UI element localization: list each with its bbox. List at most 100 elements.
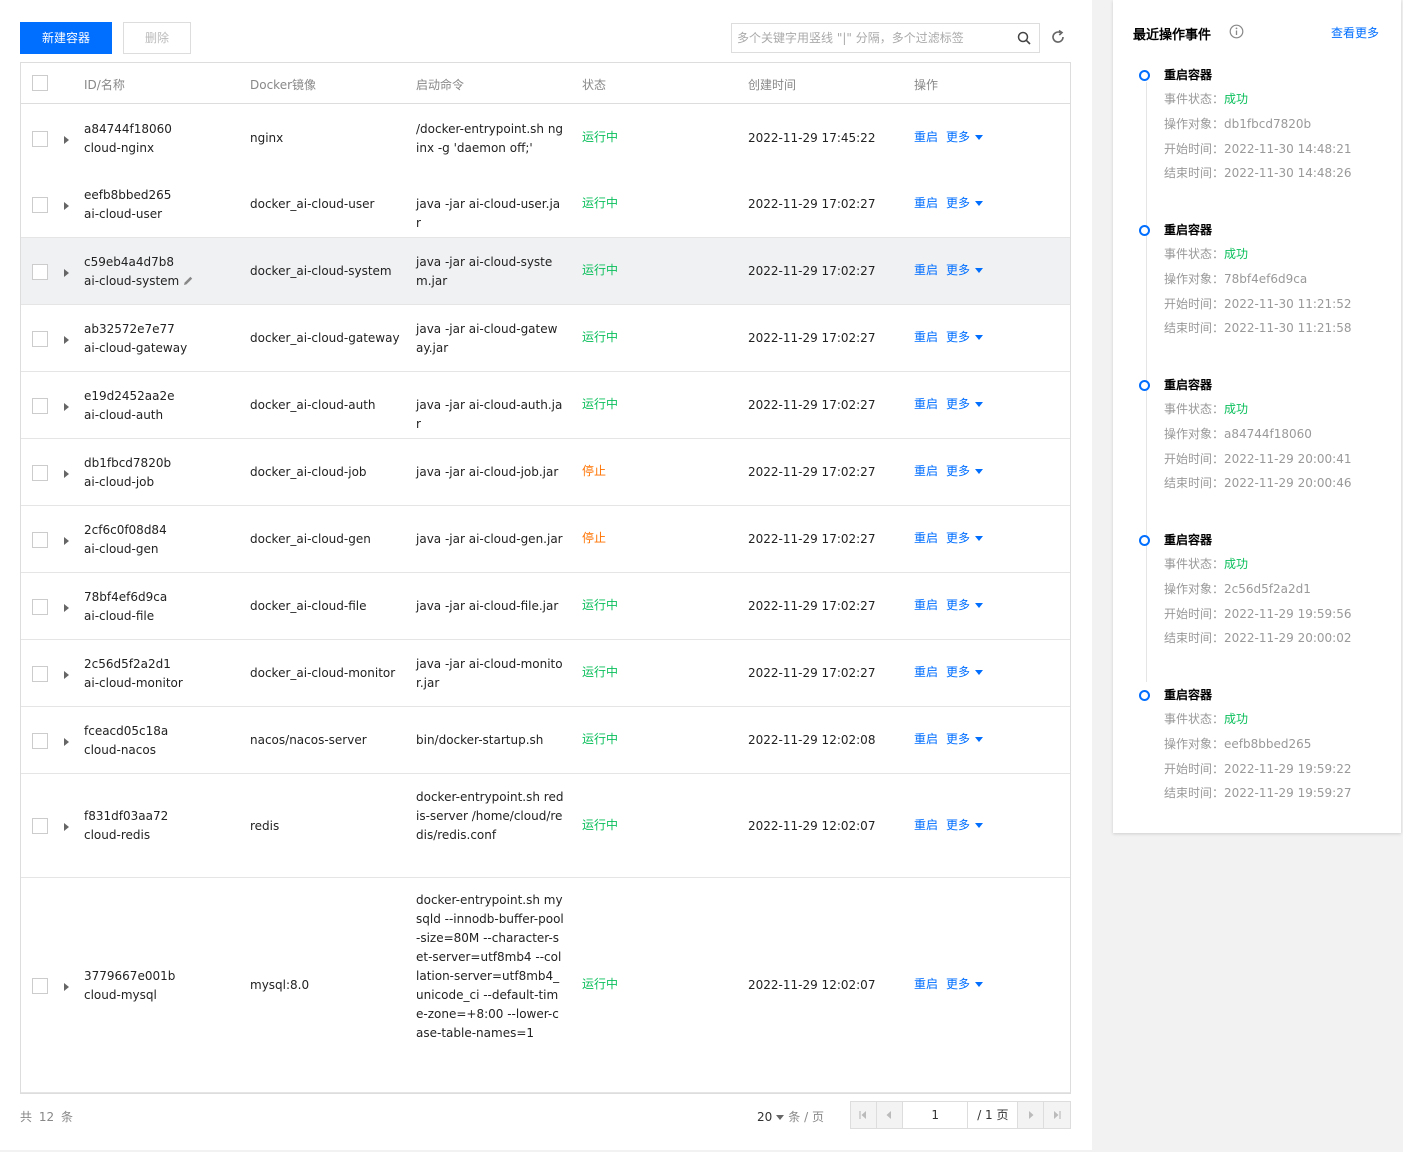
container-id[interactable]: 2cf6c0f08d84	[84, 521, 167, 540]
info-icon[interactable]	[1229, 24, 1244, 39]
table-row[interactable]: db1fbcd7820b ai-cloud-job docker_ai-cloud-…	[21, 439, 1070, 506]
expand-arrow-icon[interactable]	[64, 402, 69, 411]
table-row[interactable]: f831df03aa72 cloud-redis redis docker-entry…	[21, 774, 1070, 878]
container-id[interactable]: db1fbcd7820b	[84, 454, 171, 473]
column-header-command: 启动命令	[416, 78, 465, 92]
search-box	[731, 23, 1040, 53]
table-row[interactable]: eefb8bbed265 ai-cloud-user docker_ai-cloud…	[21, 171, 1070, 238]
table-row[interactable]: a84744f18060 cloud-nginx nginx/docker-entr…	[21, 105, 1070, 172]
next-page-button[interactable]	[1018, 1102, 1045, 1128]
row-checkbox[interactable]	[32, 397, 48, 414]
start-command: /docker-entrypoint.sh nginx -g 'daemon o…	[416, 121, 564, 155]
more-dropdown[interactable]: 更多	[946, 598, 984, 612]
page-input[interactable]: 1	[902, 1102, 969, 1128]
row-checkbox[interactable]	[32, 464, 48, 481]
container-id[interactable]: 3779667e001b	[84, 967, 175, 986]
container-id[interactable]: 78bf4ef6d9ca	[84, 588, 167, 607]
restart-button[interactable]: 重启	[914, 397, 938, 411]
table-row[interactable]: 2cf6c0f08d84 ai-cloud-gen docker_ai-cloud-…	[21, 506, 1070, 573]
table-row[interactable]: 78bf4ef6d9ca ai-cloud-file docker_ai-cloud…	[21, 573, 1070, 640]
row-checkbox[interactable]	[32, 977, 48, 994]
more-dropdown[interactable]: 更多	[946, 330, 984, 344]
delete-button[interactable]: 删除	[123, 22, 191, 54]
table-row[interactable]: 3779667e001b cloud-mysql mysql:8.0 docker-e…	[21, 878, 1070, 1093]
expand-arrow-icon[interactable]	[64, 737, 69, 746]
edit-icon[interactable]	[182, 275, 194, 287]
row-actions: 重启 更多	[914, 328, 984, 347]
status-badge: 运行中	[582, 263, 619, 277]
restart-button[interactable]: 重启	[914, 598, 938, 612]
expand-arrow-icon[interactable]	[64, 670, 69, 679]
more-dropdown[interactable]: 更多	[946, 665, 984, 679]
more-dropdown[interactable]: 更多	[946, 196, 984, 210]
container-id[interactable]: fceacd05c18a	[84, 722, 168, 741]
chevron-down-icon	[975, 536, 984, 541]
table-row[interactable]: c59eb4a4d7b8 ai-cloud-system docker_ai-clo…	[21, 238, 1070, 305]
row-checkbox[interactable]	[32, 732, 48, 749]
container-id[interactable]: e19d2452aa2e	[84, 387, 175, 406]
row-checkbox[interactable]	[32, 263, 48, 280]
container-id[interactable]: ab32572e7e77	[84, 320, 187, 339]
expand-arrow-icon[interactable]	[64, 135, 69, 144]
expand-arrow-icon[interactable]	[64, 268, 69, 277]
table-row[interactable]: ab32572e7e77 ai-cloud-gateway docker_ai-cl…	[21, 305, 1070, 372]
restart-button[interactable]: 重启	[914, 196, 938, 210]
expand-arrow-icon[interactable]	[64, 335, 69, 344]
created-time: 2022-11-29 17:02:27	[748, 599, 876, 613]
container-id[interactable]: eefb8bbed265	[84, 186, 171, 205]
created-time: 2022-11-29 12:02:07	[748, 978, 876, 992]
prev-page-button[interactable]	[876, 1102, 903, 1128]
restart-button[interactable]: 重启	[914, 665, 938, 679]
more-dropdown[interactable]: 更多	[946, 732, 984, 746]
container-id[interactable]: a84744f18060	[84, 120, 172, 139]
refresh-icon[interactable]	[1049, 28, 1067, 46]
event-status-label: 事件状态：	[1164, 402, 1225, 416]
create-container-button[interactable]: 新建容器	[20, 22, 112, 54]
restart-button[interactable]: 重启	[914, 531, 938, 545]
container-id-name: ab32572e7e77 ai-cloud-gateway	[84, 320, 187, 358]
container-id[interactable]: c59eb4a4d7b8	[84, 253, 194, 272]
more-dropdown[interactable]: 更多	[946, 818, 984, 832]
more-dropdown[interactable]: 更多	[946, 397, 984, 411]
more-dropdown[interactable]: 更多	[946, 130, 984, 144]
expand-arrow-icon[interactable]	[64, 201, 69, 210]
expand-arrow-icon[interactable]	[64, 603, 69, 612]
container-name: cloud-nginx	[84, 139, 172, 158]
expand-arrow-icon[interactable]	[64, 982, 69, 991]
select-all-checkbox[interactable]	[32, 75, 48, 91]
column-header-status: 状态	[582, 78, 607, 92]
restart-button[interactable]: 重启	[914, 818, 938, 832]
row-checkbox[interactable]	[32, 130, 48, 147]
page-size-select[interactable]: 20 条 / 页	[757, 1108, 824, 1125]
restart-button[interactable]: 重启	[914, 977, 938, 991]
restart-button[interactable]: 重启	[914, 263, 938, 277]
expand-arrow-icon[interactable]	[64, 823, 69, 831]
last-page-button[interactable]	[1044, 1102, 1071, 1128]
first-page-button[interactable]	[851, 1102, 877, 1128]
table-row[interactable]: 2c56d5f2a2d1 ai-cloud-monitor docker_ai-cl…	[21, 640, 1070, 707]
row-checkbox[interactable]	[32, 598, 48, 615]
row-checkbox[interactable]	[32, 531, 48, 548]
more-dropdown[interactable]: 更多	[946, 977, 984, 991]
container-id[interactable]: f831df03aa72	[84, 807, 168, 826]
restart-button[interactable]: 重启	[914, 330, 938, 344]
container-id[interactable]: 2c56d5f2a2d1	[84, 655, 183, 674]
view-more-link[interactable]: 查看更多	[1331, 24, 1379, 41]
restart-button[interactable]: 重启	[914, 464, 938, 478]
search-icon[interactable]	[1017, 31, 1031, 45]
row-checkbox[interactable]	[32, 330, 48, 347]
search-input[interactable]	[732, 24, 1007, 52]
more-dropdown[interactable]: 更多	[946, 531, 984, 545]
row-checkbox[interactable]	[32, 665, 48, 682]
expand-arrow-icon[interactable]	[64, 536, 69, 545]
restart-button[interactable]: 重启	[914, 130, 938, 144]
table-row[interactable]: e19d2452aa2e ai-cloud-auth docker_ai-cloud…	[21, 372, 1070, 439]
row-checkbox[interactable]	[32, 196, 48, 213]
expand-arrow-icon[interactable]	[64, 469, 69, 478]
container-name-text: ai-cloud-auth	[84, 407, 164, 422]
row-checkbox[interactable]	[32, 818, 48, 834]
more-dropdown[interactable]: 更多	[946, 263, 984, 277]
more-dropdown[interactable]: 更多	[946, 464, 984, 478]
restart-button[interactable]: 重启	[914, 732, 938, 746]
table-row[interactable]: fceacd05c18a cloud-nacos nacos/nacos-serve…	[21, 707, 1070, 774]
